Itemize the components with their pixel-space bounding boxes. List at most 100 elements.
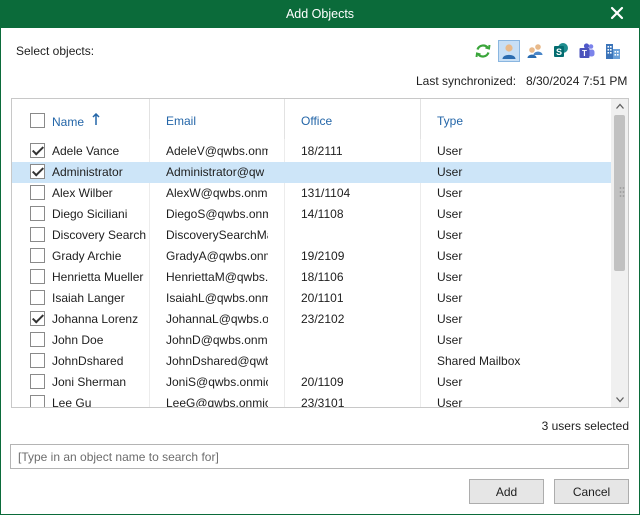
- sort-ascending-icon: [92, 99, 100, 143]
- name-cell: JohnDshared: [52, 354, 124, 368]
- table-row[interactable]: Johanna Lorenz JohannaL@qwbs.o 23/2102 User: [12, 309, 611, 330]
- table-row[interactable]: Grady Archie GradyA@qwbs.onm 19/2109 User: [12, 246, 611, 267]
- name-cell: John Doe: [52, 333, 104, 347]
- users-filter-button[interactable]: [498, 40, 520, 62]
- table-row[interactable]: Isaiah Langer IsaiahL@qwbs.onm 20/1101 User: [12, 288, 611, 309]
- column-header-name[interactable]: Name: [36, 99, 150, 139]
- select-objects-label: Select objects:: [16, 44, 95, 58]
- table-row[interactable]: Diego Siciliani DiegoS@qwbs.onm 14/1108 Use…: [12, 204, 611, 225]
- organization-filter-button[interactable]: [602, 40, 624, 62]
- name-cell: Lee Gu: [52, 396, 92, 407]
- office-cell: 20/1109: [301, 375, 344, 389]
- title-bar: Add Objects: [0, 0, 640, 28]
- email-cell: GradyA@qwbs.onm: [166, 249, 268, 263]
- window-title: Add Objects: [285, 7, 355, 21]
- row-checkbox[interactable]: [30, 248, 45, 263]
- type-cell: Shared Mailbox: [437, 354, 521, 368]
- email-cell: JohnD@qwbs.onm: [166, 333, 268, 347]
- row-checkbox[interactable]: [30, 332, 45, 347]
- name-cell: Alex Wilber: [52, 186, 113, 200]
- row-checkbox[interactable]: [30, 269, 45, 284]
- name-cell: Joni Sherman: [52, 375, 127, 389]
- office-cell: 131/1104: [301, 186, 351, 200]
- resize-grip-icon[interactable]: [619, 185, 625, 201]
- sharepoint-filter-button[interactable]: S: [550, 40, 572, 62]
- type-cell: User: [437, 291, 463, 305]
- row-checkbox[interactable]: [30, 290, 45, 305]
- cancel-button[interactable]: Cancel: [554, 479, 629, 504]
- teams-icon: T: [579, 43, 595, 58]
- chevron-up-icon: [615, 103, 624, 109]
- selection-count: 3 users selected: [541, 419, 629, 433]
- table-row[interactable]: Administrator Administrator@qw User: [12, 162, 611, 183]
- table-row[interactable]: Adele Vance AdeleV@qwbs.onmi 18/2111 User: [12, 141, 611, 162]
- table-row[interactable]: Alex Wilber AlexW@qwbs.onm 131/1104 User: [12, 183, 611, 204]
- svg-text:S: S: [556, 47, 562, 57]
- close-icon: [610, 6, 624, 20]
- email-cell: Administrator@qw: [166, 165, 265, 179]
- table-row[interactable]: Joni Sherman JoniS@qwbs.onmic 20/1109 User: [12, 372, 611, 393]
- column-header-office[interactable]: Office: [285, 99, 421, 139]
- table-row[interactable]: JohnDshared JohnDshared@qwb Shared Mailbox: [12, 351, 611, 372]
- sharepoint-icon: S: [554, 43, 568, 57]
- table-row[interactable]: Lee Gu LeeG@qwbs.onmic 23/3101 User: [12, 393, 611, 407]
- row-checkbox[interactable]: [30, 206, 45, 221]
- column-header-type[interactable]: Type: [421, 99, 611, 139]
- scroll-down-button[interactable]: [611, 393, 628, 407]
- email-cell: DiegoS@qwbs.onm: [166, 207, 268, 221]
- office-cell: [301, 225, 419, 246]
- row-checkbox[interactable]: [30, 311, 45, 326]
- name-cell: Diego Siciliani: [52, 207, 128, 221]
- chevron-down-icon: [615, 397, 624, 403]
- office-cell: 20/1101: [301, 291, 344, 305]
- groups-filter-button[interactable]: [524, 40, 546, 62]
- email-cell: AdeleV@qwbs.onmi: [166, 144, 268, 158]
- row-checkbox[interactable]: [30, 227, 45, 242]
- object-search-input[interactable]: [10, 444, 629, 469]
- row-checkbox[interactable]: [30, 374, 45, 389]
- grid-header: Name Email Office Type: [12, 99, 611, 139]
- table-row[interactable]: Henrietta Mueller HenriettaM@qwbs. 18/1106…: [12, 267, 611, 288]
- type-cell: User: [437, 270, 463, 284]
- email-cell: JohannaL@qwbs.o: [166, 312, 268, 326]
- row-checkbox[interactable]: [30, 395, 45, 407]
- group-icon: [527, 44, 543, 58]
- type-cell: User: [437, 207, 463, 221]
- name-cell: Adele Vance: [52, 144, 120, 158]
- teams-filter-button[interactable]: T: [576, 40, 598, 62]
- column-name-label: Name: [52, 115, 85, 129]
- office-cell: [301, 351, 419, 372]
- table-row[interactable]: John Doe JohnD@qwbs.onm User: [12, 330, 611, 351]
- office-cell: 19/2109: [301, 249, 345, 263]
- sync-label: Last synchronized:: [416, 74, 517, 88]
- name-cell: Henrietta Mueller: [52, 270, 144, 284]
- add-button[interactable]: Add: [469, 479, 544, 504]
- name-cell: Discovery Search: [52, 228, 147, 242]
- row-checkbox[interactable]: [30, 143, 45, 158]
- table-row[interactable]: Discovery Search DiscoverySearchMa User: [12, 225, 611, 246]
- type-cell: User: [437, 249, 463, 263]
- type-cell: User: [437, 165, 463, 179]
- object-type-toolbar: S T: [472, 40, 624, 62]
- vertical-scrollbar[interactable]: [611, 99, 628, 407]
- sync-status: Last synchronized: 8/30/2024 7:51 PM: [416, 74, 627, 88]
- refresh-icon: [475, 44, 491, 58]
- close-button[interactable]: [608, 4, 626, 22]
- office-cell: 18/2111: [301, 144, 343, 158]
- type-cell: User: [437, 375, 463, 389]
- email-cell: JohnDshared@qwb: [166, 354, 268, 368]
- office-cell: 18/1106: [301, 270, 344, 284]
- name-cell: Grady Archie: [52, 249, 122, 263]
- row-checkbox[interactable]: [30, 164, 45, 179]
- refresh-button[interactable]: [472, 40, 494, 62]
- objects-grid[interactable]: Name Email Office Type Adele Vance AdeleV…: [11, 98, 629, 408]
- svg-text:T: T: [582, 49, 587, 58]
- row-checkbox[interactable]: [30, 185, 45, 200]
- column-header-email[interactable]: Email: [150, 99, 285, 139]
- row-checkbox[interactable]: [30, 353, 45, 368]
- sync-value: 8/30/2024 7:51 PM: [526, 74, 628, 88]
- type-cell: User: [437, 228, 463, 242]
- organization-icon: [606, 44, 620, 59]
- scroll-up-button[interactable]: [611, 99, 628, 113]
- user-icon: [502, 44, 516, 59]
